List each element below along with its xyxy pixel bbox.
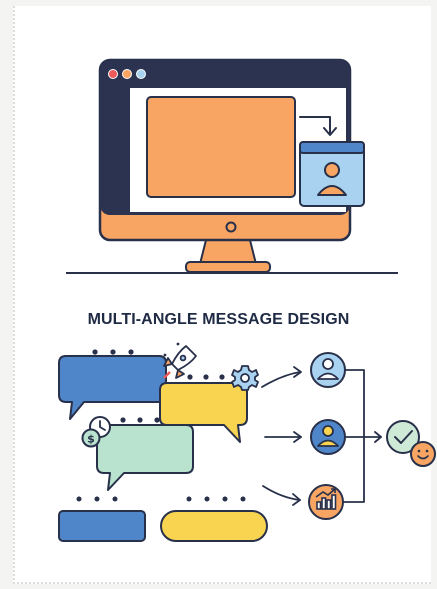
screen-content-panel <box>146 96 296 198</box>
gear-icon <box>231 365 259 391</box>
typing-dots <box>120 417 160 423</box>
dollar-coin-icon: $ <box>81 428 101 448</box>
message-bubbles: $ <box>58 342 259 491</box>
mint-speech-bubble <box>96 424 194 491</box>
yellow-message-pill <box>160 510 268 542</box>
bottom-placeholders <box>58 496 268 542</box>
curved-arrow-icon <box>262 485 301 501</box>
page: $ MULTI-ANGLE MESSAGE DESIGN <box>0 0 437 589</box>
typing-dots <box>186 496 246 502</box>
blue-speech-bubble <box>58 355 167 420</box>
monitor-stand-base <box>185 261 271 273</box>
audience-avatar-top <box>310 352 346 388</box>
page-title: MULTI-ANGLE MESSAGE DESIGN <box>87 311 350 328</box>
audience-avatar-bottom <box>308 484 344 520</box>
illustration: $ <box>58 58 436 542</box>
typing-dots <box>92 349 134 355</box>
user-profile-card-icon <box>299 141 365 207</box>
typing-dots <box>76 496 118 502</box>
curved-arrow-icon <box>261 371 301 388</box>
blue-message-block <box>58 510 146 542</box>
typing-dots <box>187 374 225 380</box>
audience-avatar-middle <box>310 419 346 455</box>
audience-arrows <box>261 366 302 506</box>
smiley-face-icon <box>410 441 436 467</box>
window-controls-icon <box>108 69 146 79</box>
connector-bracket <box>342 369 382 503</box>
monitor-illustration <box>66 58 398 274</box>
svg-text:$: $ <box>87 433 95 446</box>
monitor-stand <box>199 239 257 265</box>
rocket-icon <box>163 342 197 379</box>
